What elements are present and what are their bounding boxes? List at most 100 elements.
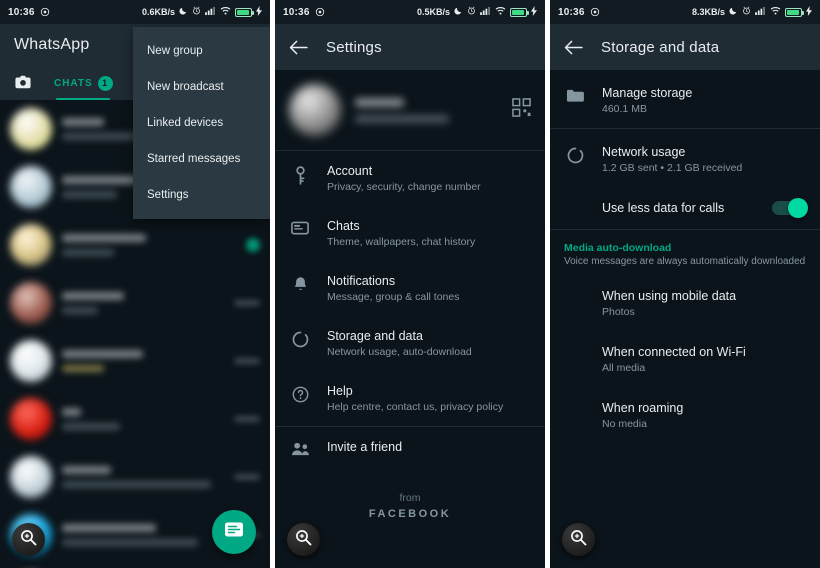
back-arrow-icon[interactable] <box>564 40 583 55</box>
settings-item-account[interactable]: Account Privacy, security, change number <box>275 151 545 206</box>
data-rate: 8.3KB/s <box>691 7 725 17</box>
status-icons: 0.5KB/s <box>417 5 537 19</box>
signal-icon <box>480 6 491 18</box>
folder-icon <box>564 86 586 103</box>
use-less-data-toggle[interactable] <box>772 198 808 218</box>
use-less-data-row[interactable]: Use less data for calls <box>550 187 820 229</box>
alarm-icon <box>192 6 201 18</box>
bell-icon <box>289 274 311 294</box>
settings-item-title: Storage and data <box>327 329 423 343</box>
status-bar: 10:36 0.5KB/s <box>275 0 545 24</box>
storage-item-text: Manage storage 460.1 MB <box>602 86 806 115</box>
avatar <box>10 166 52 208</box>
app-title: WhatsApp <box>14 36 90 53</box>
storage-item-network-usage[interactable]: Network usage 1.2 GB sent • 2.1 GB recei… <box>550 129 820 187</box>
screen-record-icon <box>590 7 600 17</box>
avatar <box>10 108 52 150</box>
chat-preview <box>62 466 224 488</box>
list-item[interactable] <box>0 216 270 274</box>
settings-item-title: Notifications <box>327 274 396 288</box>
moon-icon <box>454 6 463 18</box>
storage-item-subtitle: 460.1 MB <box>602 103 647 115</box>
page-title: Storage and data <box>601 38 720 56</box>
screen-record-icon <box>315 7 325 17</box>
storage-app-bar: Storage and data <box>550 24 820 70</box>
battery-icon <box>235 7 254 17</box>
chat-time <box>234 474 260 480</box>
settings-item-subtitle: Privacy, security, change number <box>327 181 481 193</box>
storage-item-title: Network usage <box>602 145 686 159</box>
overflow-menu[interactable]: New group New broadcast Linked devices S… <box>133 27 270 219</box>
settings-item-text: Invite a friend <box>327 440 531 457</box>
moon-icon <box>179 6 188 18</box>
zoom-in-button[interactable] <box>12 523 45 556</box>
auto-download-roaming[interactable]: When roaming No media <box>550 385 820 441</box>
settings-item-storage-and-data[interactable]: Storage and data Network usage, auto-dow… <box>275 316 545 371</box>
settings-item-text: Storage and data Network usage, auto-dow… <box>327 329 531 358</box>
avatar <box>10 456 52 498</box>
data-rate: 0.6KB/s <box>141 7 175 17</box>
menu-item-linked-devices[interactable]: Linked devices <box>133 105 270 141</box>
status-icons: 0.6KB/s <box>141 5 262 19</box>
auto-download-value: No media <box>602 418 647 430</box>
avatar <box>10 224 52 266</box>
charging-icon <box>531 5 537 19</box>
menu-item-settings[interactable]: Settings <box>133 177 270 213</box>
list-item[interactable] <box>0 564 270 568</box>
unread-badge <box>246 238 260 252</box>
storage-and-data-screen: 10:36 8.3KB/s Storage and data Manage st… <box>550 0 820 568</box>
status-time: 10:36 <box>558 6 585 18</box>
help-icon <box>289 384 311 403</box>
settings-item-title: Invite a friend <box>327 440 403 454</box>
list-item[interactable] <box>0 274 270 332</box>
settings-item-help[interactable]: Help Help centre, contact us, privacy po… <box>275 371 545 426</box>
footer-from: from <box>399 492 421 504</box>
qr-code-icon[interactable] <box>512 98 531 122</box>
auto-download-title: When connected on Wi-Fi <box>602 345 746 359</box>
avatar <box>289 84 341 136</box>
auto-download-value: All media <box>602 362 646 374</box>
auto-download-title: When roaming <box>602 401 684 415</box>
list-item[interactable] <box>0 390 270 448</box>
auto-download-wifi[interactable]: When connected on Wi-Fi All media <box>550 329 820 385</box>
settings-item-subtitle: Theme, wallpapers, chat history <box>327 236 476 248</box>
status-icons: 8.3KB/s <box>691 5 812 19</box>
zoom-in-button[interactable] <box>287 523 320 556</box>
menu-item-starred-messages[interactable]: Starred messages <box>133 141 270 177</box>
menu-item-new-group[interactable]: New group <box>133 33 270 69</box>
new-chat-fab[interactable] <box>212 510 256 554</box>
status-time: 10:36 <box>8 6 35 18</box>
list-item[interactable] <box>0 448 270 506</box>
signal-icon <box>205 6 216 18</box>
profile-info <box>355 97 498 123</box>
settings-item-invite-a-friend[interactable]: Invite a friend <box>275 427 545 470</box>
footer-brand: FACEBOOK <box>368 508 452 520</box>
page-title: Settings <box>326 38 382 56</box>
profile-row[interactable] <box>275 70 545 150</box>
avatar <box>10 340 52 382</box>
settings-item-title: Account <box>327 164 373 178</box>
settings-item-chats[interactable]: Chats Theme, wallpapers, chat history <box>275 206 545 261</box>
wifi-icon <box>770 6 781 18</box>
storage-item-title: Manage storage <box>602 86 693 100</box>
list-item[interactable] <box>0 332 270 390</box>
chat-preview <box>62 408 224 430</box>
status-time: 10:36 <box>283 6 310 18</box>
refresh-icon <box>564 145 586 164</box>
screenshot-panels: 10:36 0.6KB/s WhatsApp CHATS 1 New group… <box>0 0 820 568</box>
new-chat-icon <box>224 521 244 544</box>
back-arrow-icon[interactable] <box>289 40 308 55</box>
auto-download-mobile-data[interactable]: When using mobile data Photos <box>550 273 820 329</box>
settings-app-bar: Settings <box>275 24 545 70</box>
settings-item-subtitle: Help centre, contact us, privacy policy <box>327 401 504 413</box>
menu-item-new-broadcast[interactable]: New broadcast <box>133 69 270 105</box>
settings-item-notifications[interactable]: Notifications Message, group & call tone… <box>275 261 545 316</box>
zoom-in-button[interactable] <box>562 523 595 556</box>
storage-item-manage-storage[interactable]: Manage storage 460.1 MB <box>550 70 820 128</box>
tab-camera[interactable] <box>0 66 46 100</box>
zoom-in-icon <box>295 529 312 551</box>
status-bar: 10:36 0.6KB/s <box>0 0 270 24</box>
settings-item-title: Chats <box>327 219 360 233</box>
settings-item-title: Help <box>327 384 353 398</box>
tab-chats[interactable]: CHATS 1 <box>46 66 121 100</box>
